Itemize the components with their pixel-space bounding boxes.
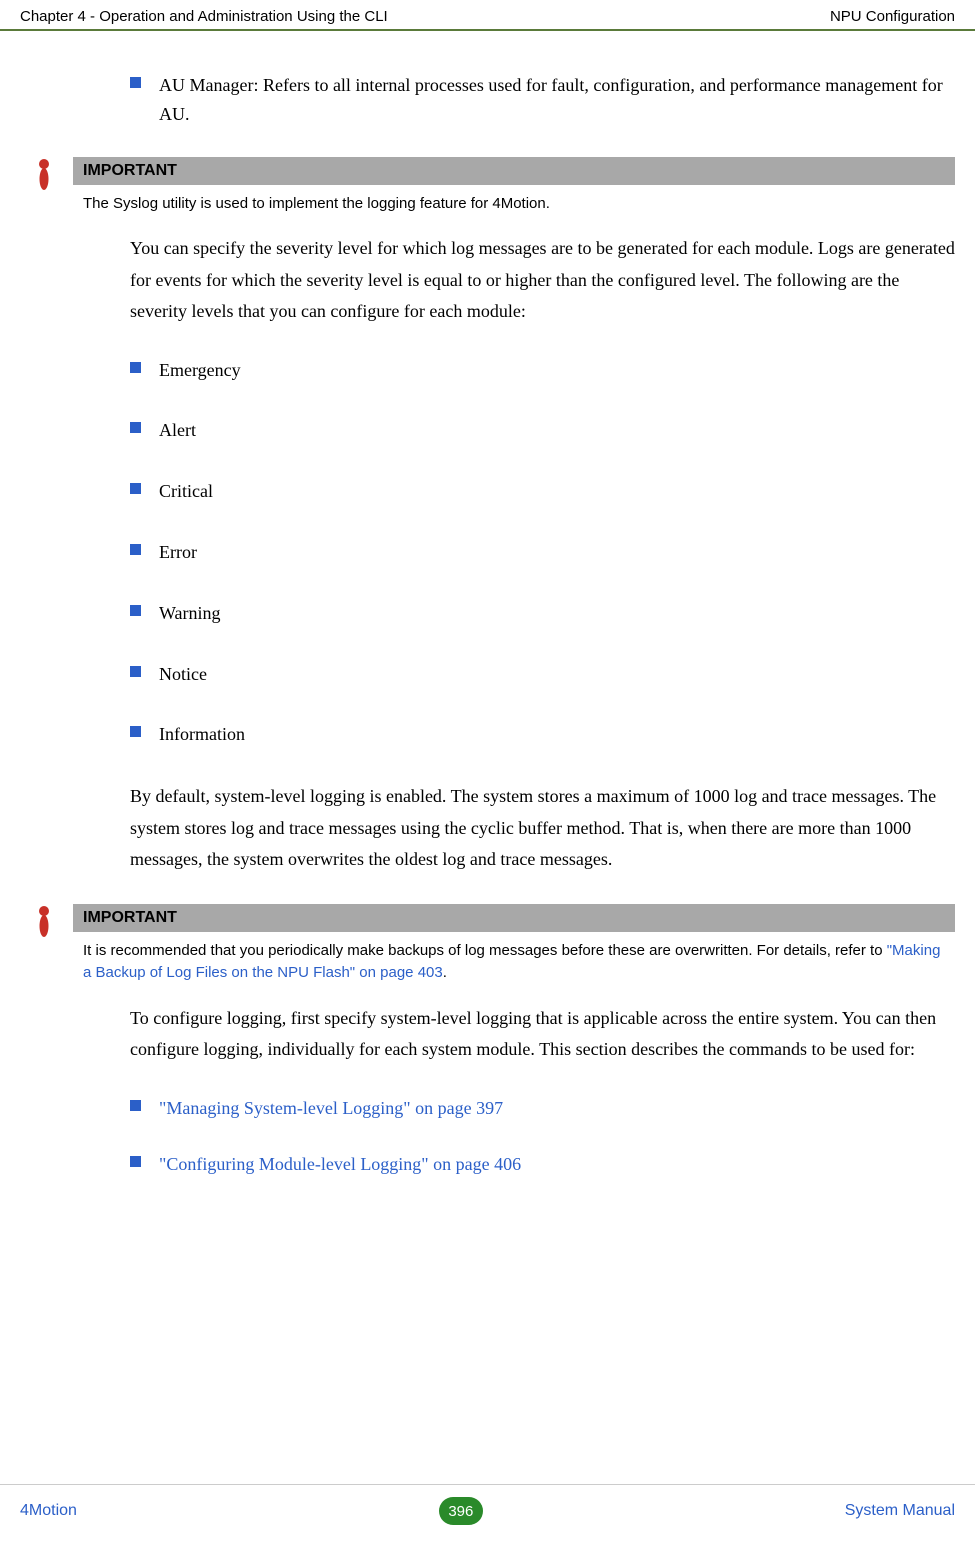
paragraph-1: You can specify the severity level for w… (130, 233, 955, 328)
bullet-icon (130, 666, 141, 677)
important-text-1: The Syslog utility is used to implement … (73, 185, 955, 216)
important-title-2: IMPORTANT (73, 904, 955, 932)
severity-list: Emergency Alert Critical Error Warning N… (130, 356, 955, 750)
list-item-label: Warning (159, 599, 221, 628)
paragraph-2: By default, system-level logging is enab… (130, 781, 955, 876)
bullet-icon (130, 1156, 141, 1167)
important-suffix: . (443, 964, 447, 981)
link-text[interactable]: "Configuring Module-level Logging" on pa… (159, 1150, 521, 1179)
important-block-1: IMPORTANT The Syslog utility is used to … (35, 157, 955, 216)
list-item: Critical (130, 477, 955, 506)
page-number-badge: 396 (439, 1497, 483, 1525)
list-item: Emergency (130, 356, 955, 385)
link-item: "Managing System-level Logging" on page … (130, 1094, 955, 1123)
list-item-label: Error (159, 538, 197, 567)
list-item-label: Notice (159, 660, 207, 689)
paragraph-3: To configure logging, first specify syst… (130, 1003, 955, 1066)
important-icon (35, 906, 55, 945)
list-item: Warning (130, 599, 955, 628)
link-item: "Configuring Module-level Logging" on pa… (130, 1150, 955, 1179)
bullet-icon (130, 362, 141, 373)
footer-manual: System Manual (845, 1502, 955, 1520)
bullet-icon (130, 1100, 141, 1111)
list-item-label: Alert (159, 416, 196, 445)
important-prefix: It is recommended that you periodically … (83, 942, 887, 959)
important-block-2: IMPORTANT It is recommended that you per… (35, 904, 955, 985)
important-text-2: It is recommended that you periodically … (73, 932, 955, 985)
page-number: 396 (448, 1503, 473, 1520)
important-icon (35, 159, 55, 198)
header-chapter: Chapter 4 - Operation and Administration… (20, 8, 388, 25)
bullet-icon (130, 422, 141, 433)
bullet-icon (130, 483, 141, 494)
important-title-1: IMPORTANT (73, 157, 955, 185)
page-content: AU Manager: Refers to all internal proce… (0, 31, 975, 1179)
list-item-label: Information (159, 720, 245, 749)
page-footer: 4Motion 396 System Manual (0, 1484, 975, 1545)
bullet-icon (130, 77, 141, 88)
header-section: NPU Configuration (830, 8, 955, 25)
intro-bullet: AU Manager: Refers to all internal proce… (130, 71, 955, 129)
page-header: Chapter 4 - Operation and Administration… (0, 0, 975, 31)
bullet-icon (130, 544, 141, 555)
footer-product: 4Motion (20, 1502, 77, 1520)
bullet-icon (130, 605, 141, 616)
list-item: Notice (130, 660, 955, 689)
list-item: Information (130, 720, 955, 749)
list-item-label: Emergency (159, 356, 241, 385)
link-text[interactable]: "Managing System-level Logging" on page … (159, 1094, 503, 1123)
bullet-icon (130, 726, 141, 737)
list-item-label: Critical (159, 477, 213, 506)
list-item: Error (130, 538, 955, 567)
list-item: Alert (130, 416, 955, 445)
intro-bullet-text: AU Manager: Refers to all internal proce… (159, 71, 955, 129)
